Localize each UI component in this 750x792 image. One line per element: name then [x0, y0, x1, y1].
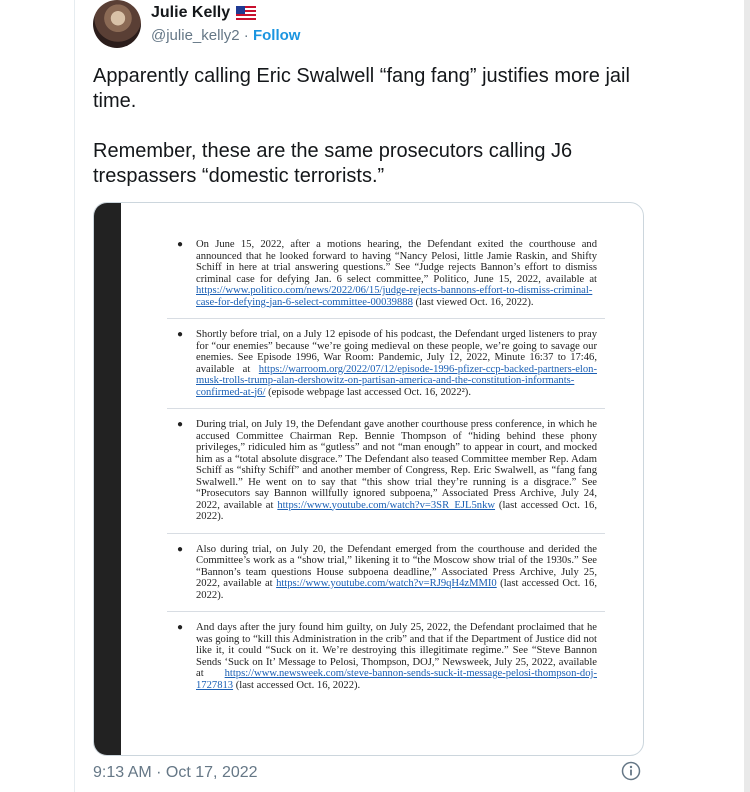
document-item-text: Also during trial, on July 20, the Defen… [196, 543, 597, 601]
document-item: ● And days after the jury found him guil… [177, 622, 597, 691]
image-dark-edge [94, 203, 121, 755]
divider [167, 532, 605, 534]
bullet: ● [177, 419, 184, 430]
user-name-row[interactable]: Julie Kelly [151, 4, 257, 22]
document-item: ● On June 15, 2022, after a motions hear… [177, 239, 597, 308]
user-name[interactable]: Julie Kelly [151, 4, 230, 22]
document-item-text: And days after the jury found him guilty… [196, 622, 597, 691]
document-link[interactable]: https://www.youtube.com/watch?v=RJ9qH4zM… [276, 578, 497, 589]
document-item: ● During trial, on July 19, the Defendan… [177, 419, 597, 523]
tweet-paragraph-2: Remember, these are the same prosecutors… [93, 140, 573, 187]
follow-button[interactable]: Follow [253, 27, 301, 44]
tweet-text: Apparently calling Eric Swalwell “fang f… [93, 64, 653, 189]
bullet: ● [177, 329, 184, 340]
tweet-timestamp[interactable]: 9:13 AM · Oct 17, 2022 [93, 764, 258, 782]
tweet-card: Julie Kelly @julie_kelly2 · Follow Appar… [74, 0, 747, 792]
bullet: ● [177, 622, 184, 633]
document-item: ● Also during trial, on July 20, the Def… [177, 544, 597, 602]
bullet: ● [177, 543, 184, 555]
avatar[interactable] [93, 0, 141, 48]
tweet-paragraph-1: Apparently calling Eric Swalwell “fang f… [93, 65, 630, 112]
document-item-text: Shortly before trial, on a July 12 episo… [196, 329, 597, 398]
divider [167, 408, 605, 409]
divider [167, 611, 605, 612]
handle-row: @julie_kelly2 · Follow [151, 27, 300, 44]
us-flag-icon [236, 6, 257, 20]
divider [167, 318, 605, 319]
attached-document-image[interactable]: ● On June 15, 2022, after a motions hear… [93, 202, 644, 756]
bullet: ● [177, 239, 184, 250]
document-link[interactable]: https://www.youtube.com/watch?v=3SR_EJL5… [277, 500, 495, 511]
scrollbar[interactable] [744, 0, 750, 792]
info-icon[interactable] [621, 761, 641, 781]
document-item: ● Shortly before trial, on a July 12 epi… [177, 329, 597, 398]
document-text: ● On June 15, 2022, after a motions hear… [167, 239, 605, 701]
document-item-text: On June 15, 2022, after a motions hearin… [196, 239, 597, 308]
separator-dot: · [239, 27, 253, 44]
user-handle[interactable]: @julie_kelly2 [151, 27, 240, 44]
document-item-text: During trial, on July 19, the Defendant … [196, 419, 597, 522]
